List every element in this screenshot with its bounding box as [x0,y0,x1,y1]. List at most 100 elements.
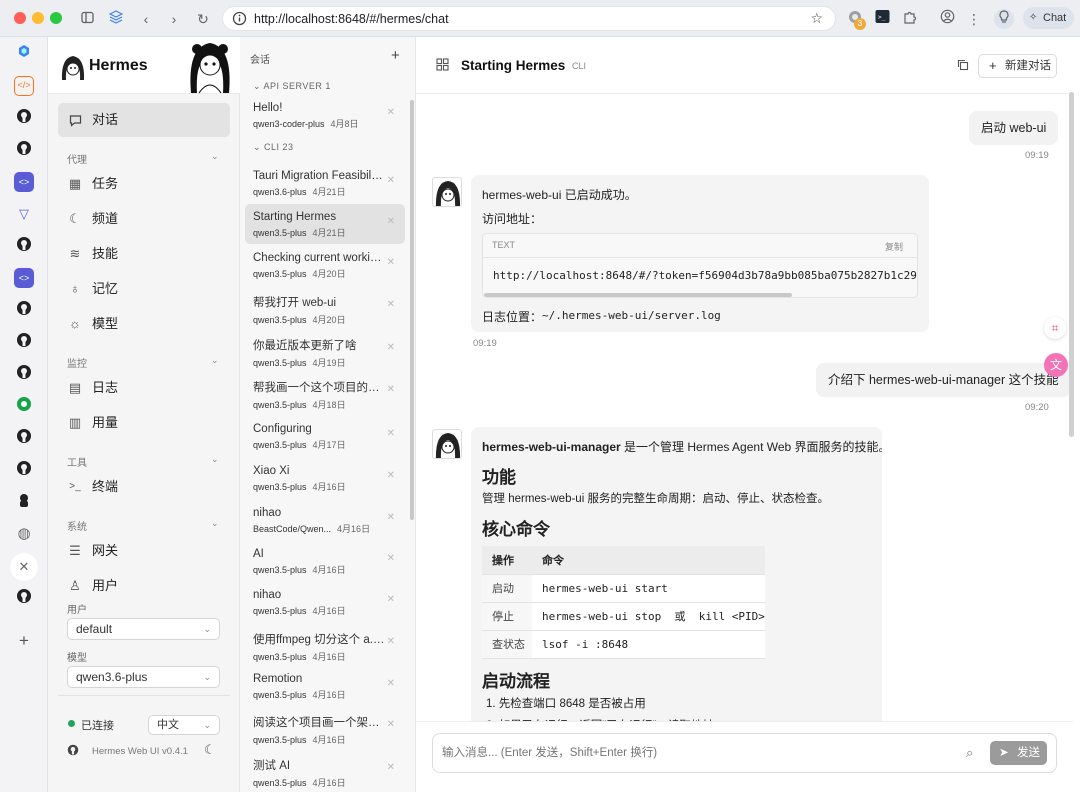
session-item[interactable]: AI qwen3.5-plus 4月16日 ✕ [245,541,405,581]
copy-code-button[interactable]: 复制 [885,240,903,253]
user-select[interactable]: default ⌄ [67,618,220,640]
session-item[interactable]: nihao qwen3.5-plus 4月16日 ✕ [245,582,405,622]
close-icon[interactable]: ✕ [387,636,395,647]
github-icon[interactable] [14,460,34,480]
app-icon[interactable] [14,44,34,64]
session-item[interactable]: Checking current working ... qwen3.5-plus… [245,245,405,285]
nav-usage[interactable]: ▥ 用量 [58,406,230,440]
session-item[interactable]: Remotion qwen3.5-plus 4月16日 ✕ [245,666,405,706]
character-icon[interactable] [14,492,34,512]
close-icon[interactable]: ✕ [387,428,395,439]
tab-group-icon[interactable] [106,9,126,29]
nav-users[interactable]: ♙ 用户 [58,569,230,603]
add-icon[interactable]: + [14,631,34,651]
devtools-icon[interactable]: <> [14,268,34,288]
github-icon[interactable] [14,300,34,320]
session-item[interactable]: nihao BeastCode/Qwen... 4月16日 ✕ [245,500,405,540]
maximize-window-button[interactable] [50,12,62,24]
theme-toggle-icon[interactable]: ☾ [204,742,216,758]
session-list-scrollbar[interactable] [410,100,414,520]
grid-icon[interactable] [436,58,449,74]
sidebar-toggle-icon[interactable] [77,9,97,29]
globe-icon[interactable]: ◍ [14,524,34,544]
chat-scrollbar[interactable] [1069,92,1074,437]
nav-memory[interactable]: ♁ 记忆 [58,272,230,306]
close-icon[interactable]: ✕ [387,762,395,773]
close-icon[interactable]: ✕ [10,553,38,581]
github-icon[interactable] [14,236,34,256]
back-icon[interactable]: ‹ [136,9,156,29]
devtools-icon[interactable]: <> [14,172,34,192]
close-icon[interactable]: ✕ [387,257,395,268]
close-icon[interactable]: ✕ [387,512,395,523]
model-select[interactable]: qwen3.6-plus ⌄ [67,666,220,688]
more-menu-icon[interactable]: ⋮ [964,9,984,29]
session-item[interactable]: 使用ffmpeg 切分这个 a.m... qwen3.5-plus 4月16日 ✕ [245,624,405,664]
extension-icon[interactable]: 3 [846,9,866,30]
session-item[interactable]: Starting Hermes qwen3.5-plus 4月21日 ✕ [245,204,405,244]
close-icon[interactable]: ✕ [387,678,395,689]
close-icon[interactable]: ✕ [387,719,395,730]
language-select[interactable]: 中文 ⌄ [148,715,220,735]
close-icon[interactable]: ✕ [387,553,395,564]
nav-logs[interactable]: ▤ 日志 [58,371,230,405]
github-icon[interactable] [14,364,34,384]
close-icon[interactable]: ✕ [387,342,395,353]
section-system[interactable]: 系统 ⌄ [67,518,219,533]
minimize-window-button[interactable] [32,12,44,24]
session-item[interactable]: Xiao Xi qwen3.5-plus 4月16日 ✕ [245,458,405,498]
session-item[interactable]: Configuring qwen3.5-plus 4月17日 ✕ [245,416,405,456]
session-item[interactable]: 你最近版本更新了啥 qwen3.5-plus 4月19日 ✕ [245,330,405,370]
code-scrollbar[interactable] [484,293,792,297]
translate-widget-icon[interactable]: 文 [1044,353,1068,377]
close-icon[interactable]: ✕ [387,384,395,395]
session-item[interactable]: 帮我画一个这个项目的架... qwen3.5-plus 4月18日 ✕ [245,372,405,412]
terminal-extension-icon[interactable]: >_ [872,9,892,29]
new-chat-button[interactable]: + 新建对话 [978,54,1057,78]
group-api-server[interactable]: ⌄ API SERVER 1 [253,81,331,92]
qr-widget-icon[interactable]: ⌗ [1044,317,1066,339]
code-app-icon[interactable]: </> [14,76,34,96]
close-icon[interactable]: ✕ [387,107,395,118]
nav-chat[interactable]: 对话 [58,103,230,137]
github-icon[interactable] [14,108,34,128]
send-button[interactable]: ➤ 发送 [990,741,1047,765]
session-item[interactable]: 帮我打开 web-ui qwen3.5-plus 4月20日 ✕ [245,287,405,327]
puzzle-icon[interactable] [900,9,920,29]
nav-terminal[interactable]: >_ 终端 [58,470,230,504]
lightbulb-icon[interactable] [994,9,1014,29]
close-icon[interactable]: ✕ [387,175,395,186]
nav-models[interactable]: ☼ 模型 [58,307,230,341]
close-window-button[interactable] [14,12,26,24]
profile-icon[interactable] [937,9,957,29]
close-icon[interactable]: ✕ [387,216,395,227]
github-icon[interactable] [67,744,79,759]
green-app-icon[interactable] [14,396,34,416]
vite-icon[interactable]: ▽ [14,204,34,224]
nav-tasks[interactable]: ▦ 任务 [58,167,230,201]
forward-icon[interactable]: › [164,9,184,29]
reload-icon[interactable]: ↻ [193,9,213,29]
site-info-icon[interactable] [232,11,247,29]
add-session-icon[interactable]: + [391,47,400,64]
session-item[interactable]: Tauri Migration Feasibility ... qwen3.6-p… [245,163,405,203]
session-item[interactable]: Hello! qwen3-coder-plus 4月8日 ✕ [245,95,405,135]
github-icon[interactable] [14,332,34,352]
attachment-icon[interactable]: ⌕ [966,745,973,761]
close-icon[interactable]: ✕ [387,594,395,605]
close-icon[interactable]: ✕ [387,470,395,481]
chat-button[interactable]: ✧ Chat [1023,7,1074,29]
close-icon[interactable]: ✕ [387,299,395,310]
section-monitor[interactable]: 监控 ⌄ [67,355,219,370]
session-item[interactable]: 阅读这个项目画一个架构图 qwen3.5-plus 4月16日 ✕ [245,707,405,747]
message-input[interactable] [442,742,952,764]
github-icon[interactable] [14,428,34,448]
session-item[interactable]: 测试 AI qwen3.5-plus 4月16日 ✕ [245,750,405,790]
github-icon[interactable] [14,140,34,160]
address-bar[interactable]: http://localhost:8648/#/hermes/chat ☆ [222,6,836,31]
nav-channels[interactable]: ☾ 频道 [58,202,230,236]
bookmark-star-icon[interactable]: ☆ [810,10,823,27]
section-agent[interactable]: 代理 ⌄ [67,151,219,166]
nav-skills[interactable]: ≋ 技能 [58,237,230,271]
section-tools[interactable]: 工具 ⌄ [67,454,219,469]
